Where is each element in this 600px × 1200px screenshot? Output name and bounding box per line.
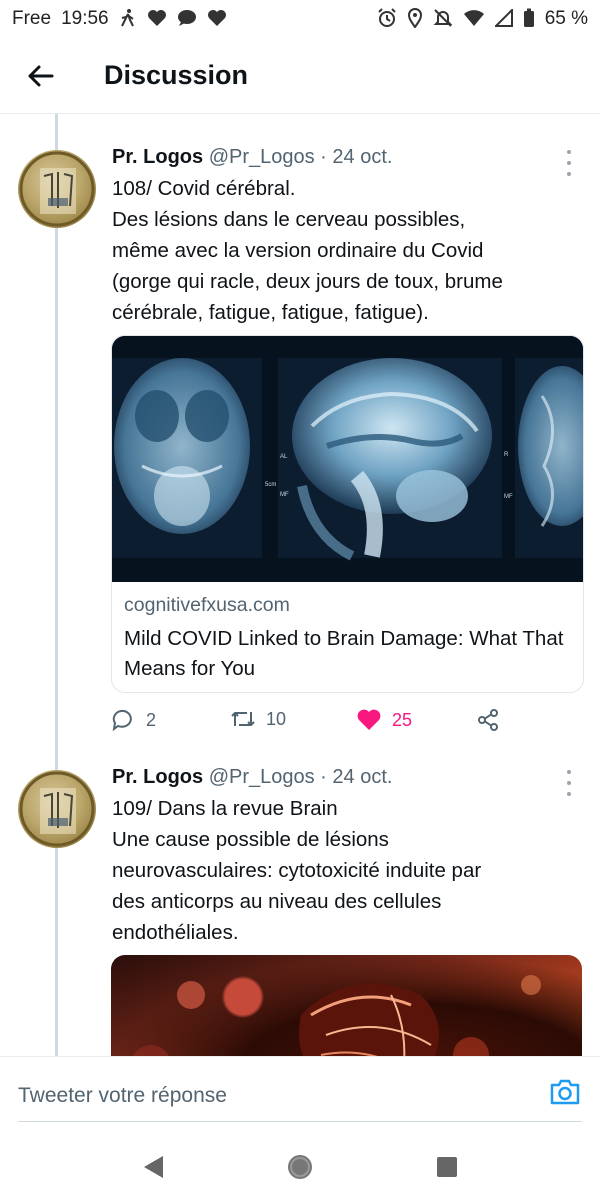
conversation-timeline[interactable]: Pr. Logos @Pr_Logos · 24 oct. 108/ Covid… [0, 114, 600, 1056]
thread-connector-line [55, 114, 58, 1056]
nav-back-button[interactable] [123, 1137, 183, 1197]
tweet-header: Pr. Logos @Pr_Logos · 24 oct. [112, 766, 560, 789]
input-underline [18, 1121, 582, 1122]
tweet-text-line: même avec la version ordinaire du Covid [112, 239, 484, 262]
clock: 19:56 [61, 8, 109, 29]
card-domain: cognitivefxusa.com [124, 594, 290, 616]
heart-icon [147, 9, 167, 30]
share-icon [478, 709, 498, 731]
location-icon [407, 7, 423, 31]
card-title: Mild COVID Linked to Brain Damage: What … [124, 627, 564, 680]
retweet-button[interactable]: 10 [230, 708, 286, 730]
more-dot-icon [567, 161, 571, 165]
mute-icon [433, 8, 453, 31]
tweet-actions: 2 10 25 [112, 708, 532, 738]
retweet-icon [231, 712, 255, 726]
tweet-text-line: 108/ Covid cérébral. [112, 177, 296, 200]
reply-input[interactable] [18, 1077, 518, 1115]
author-handle[interactable]: @Pr_Logos [209, 146, 315, 168]
scan-label: MF [280, 492, 289, 498]
back-button[interactable] [0, 38, 80, 114]
scan-label: MF [504, 494, 513, 500]
heart-filled-icon [357, 709, 381, 730]
app-bar: Discussion [0, 38, 600, 114]
avatar[interactable] [18, 770, 96, 848]
system-nav-bar [0, 1134, 600, 1200]
tweet-date[interactable]: · 24 oct. [320, 146, 392, 168]
more-dot-icon [567, 781, 571, 785]
battery-level: 65 % [544, 8, 588, 29]
reply-icon [112, 709, 132, 732]
tweet-header: Pr. Logos @Pr_Logos · 24 oct. [112, 146, 560, 169]
tweet-text-line: cérébrale, fatigue, fatigue, fatigue). [112, 301, 429, 324]
tweet-text-line: 109/ Dans la revue Brain [112, 797, 338, 820]
like-button[interactable]: 25 [356, 708, 412, 732]
nav-home-button[interactable] [270, 1137, 330, 1197]
scan-label: AL [280, 454, 288, 460]
tweet-text: 109/ Dans la revue Brain Une cause possi… [112, 793, 572, 948]
reply-count: 2 [146, 709, 157, 730]
nav-recents-button[interactable] [417, 1137, 477, 1197]
triangle-back-icon [144, 1156, 164, 1178]
circle-home-icon [287, 1155, 312, 1179]
link-card[interactable]: AL 5cm MF R MF cognitivefxusa.com Mild C… [111, 335, 584, 693]
retweet-count: 10 [266, 708, 287, 729]
more-dot-icon [567, 770, 571, 774]
mri-scan-image: AL 5cm MF R MF [112, 336, 583, 582]
reply-button[interactable]: 2 [112, 708, 156, 732]
walk-icon [119, 8, 137, 31]
reply-composer [0, 1056, 600, 1134]
tweet-text-line: Une cause possible de lésions [112, 828, 389, 851]
status-bar: Free 19:56 65 % [0, 0, 600, 38]
share-button[interactable] [476, 708, 500, 732]
camera-button[interactable] [548, 1075, 582, 1109]
tweet-text-line: (gorge qui racle, deux jours de toux, br… [112, 270, 503, 293]
tweet-date[interactable]: · 24 oct. [320, 766, 392, 788]
square-recents-icon [436, 1157, 457, 1177]
battery-icon [523, 8, 535, 31]
signal-icon [493, 7, 513, 30]
tweet-text-line: Des lésions dans le cerveau possibles, [112, 208, 466, 231]
tweet-media-image[interactable] [111, 955, 582, 1056]
arrow-left-icon [28, 65, 54, 86]
heart-icon [207, 9, 227, 30]
author-name[interactable]: Pr. Logos [112, 146, 203, 168]
carrier-label: Free [12, 8, 52, 29]
camera-icon [550, 1079, 580, 1105]
author-name[interactable]: Pr. Logos [112, 766, 203, 788]
like-count: 25 [392, 709, 413, 730]
avatar[interactable] [18, 150, 96, 228]
author-handle[interactable]: @Pr_Logos [209, 766, 315, 788]
wifi-icon [463, 9, 485, 30]
tweet-text: 108/ Covid cérébral. Des lésions dans le… [112, 173, 572, 328]
alarm-icon [377, 7, 397, 31]
tweet-text-line: des anticorps au niveau des cellules [112, 890, 442, 913]
page-title: Discussion [104, 60, 249, 90]
more-dot-icon [567, 150, 571, 154]
tweet-text-line: neurovasculaires: cytotoxicité induite p… [112, 859, 482, 882]
tweet-text-line: endothéliales. [112, 921, 239, 944]
red-blood-cells-image [133, 975, 541, 1056]
scan-label: R [504, 452, 509, 458]
chat-bubble-icon [177, 9, 197, 30]
scan-label: 5cm [265, 482, 276, 488]
